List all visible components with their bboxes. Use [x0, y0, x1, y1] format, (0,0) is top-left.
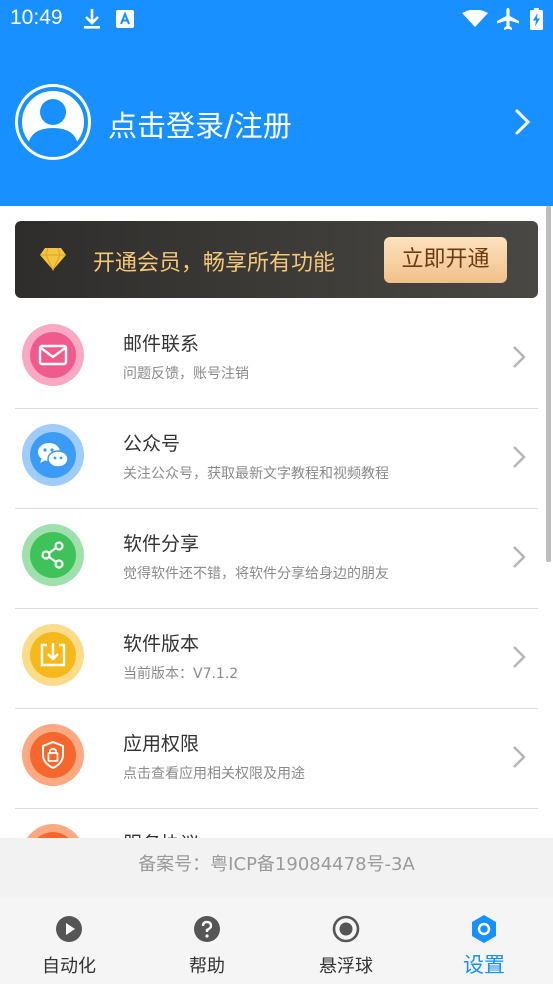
user-avatar[interactable]: [15, 84, 91, 160]
list-item-service-agreement[interactable]: 服务协议: [15, 808, 538, 838]
login-register-link[interactable]: 点击登录/注册: [108, 103, 292, 145]
floating-ball-icon: [332, 915, 360, 943]
wechat-icon-badge: [22, 424, 84, 486]
chevron-right-icon[interactable]: [514, 108, 532, 136]
tab-settings[interactable]: 设置: [415, 898, 553, 984]
item-subtitle: 觉得软件还不错，将软件分享给身边的朋友: [123, 566, 389, 582]
status-time: 10:49: [10, 6, 63, 29]
tab-label: 悬浮球: [319, 956, 373, 977]
item-title: 公众号: [123, 433, 181, 455]
tab-help[interactable]: 帮助: [138, 898, 276, 984]
item-subtitle: 关注公众号，获取最新文字教程和视频教程: [123, 466, 389, 482]
chevron-right-icon: [513, 346, 526, 368]
chevron-right-icon: [513, 746, 526, 768]
vip-banner[interactable]: 开通会员，畅享所有功能 立即开通: [15, 221, 538, 298]
bottom-tab-bar: 自动化 帮助 悬浮球 设置: [0, 898, 553, 984]
item-title: 服务协议: [123, 829, 199, 838]
tab-label: 设置: [463, 953, 505, 977]
help-icon: [194, 916, 220, 942]
list-item-app-permissions[interactable]: 应用权限 点击查看应用相关权限及用途: [15, 708, 538, 809]
diamond-icon: [40, 247, 66, 271]
tab-label: 帮助: [189, 956, 225, 977]
item-title: 应用权限: [123, 733, 200, 755]
app-notification-icon: [116, 10, 134, 28]
airplane-mode-icon: [497, 8, 519, 30]
agreement-icon: [30, 832, 76, 838]
user-placeholder-icon: [18, 87, 88, 157]
agreement-icon-badge: [22, 824, 84, 838]
settings-gear-icon: [472, 915, 496, 943]
item-title: 邮件联系: [123, 333, 200, 355]
settings-list-panel[interactable]: 开通会员，畅享所有功能 立即开通 邮件联系 问题反馈，账号注销 公众号 关注公众…: [0, 206, 553, 838]
item-title: 软件分享: [123, 533, 200, 555]
download-icon-badge: [22, 624, 84, 686]
scrollbar[interactable]: [546, 206, 551, 562]
vip-promo-text: 开通会员，畅享所有功能: [93, 251, 336, 276]
chevron-right-icon: [513, 446, 526, 468]
activate-vip-button[interactable]: 立即开通: [384, 237, 507, 283]
item-title: 软件版本: [123, 633, 200, 655]
list-item-app-version[interactable]: 软件版本 当前版本：V7.1.2: [15, 608, 538, 709]
wechat-icon: [38, 443, 69, 468]
list-item-mail-contact[interactable]: 邮件联系 问题反馈，账号注销: [15, 308, 538, 409]
mail-icon-badge: [22, 324, 84, 386]
lock-shield-icon: [42, 740, 64, 770]
mail-icon: [38, 344, 68, 366]
download-icon: [40, 643, 66, 667]
chevron-right-icon: [513, 546, 526, 568]
profile-header: 10:49 点击登录/注册: [0, 0, 553, 206]
item-subtitle: 当前版本：V7.1.2: [123, 666, 239, 682]
chevron-right-icon: [513, 646, 526, 668]
icp-record-text: 备案号：粤ICP备19084478号-3A: [138, 854, 415, 875]
tab-floating-ball[interactable]: 悬浮球: [277, 898, 415, 984]
tab-label: 自动化: [42, 956, 96, 977]
play-icon: [56, 916, 82, 942]
list-item-official-account[interactable]: 公众号 关注公众号，获取最新文字教程和视频教程: [15, 408, 538, 509]
tab-automation[interactable]: 自动化: [0, 898, 138, 984]
item-subtitle: 点击查看应用相关权限及用途: [123, 766, 305, 782]
download-status-icon: [84, 9, 100, 29]
battery-charging-icon: [530, 8, 543, 30]
share-icon-badge: [22, 524, 84, 586]
share-icon: [41, 541, 64, 569]
item-subtitle: 问题反馈，账号注销: [123, 366, 249, 382]
lock-shield-icon-badge: [22, 724, 84, 786]
status-bar: 10:49: [0, 0, 553, 38]
list-item-share-app[interactable]: 软件分享 觉得软件还不错，将软件分享给身边的朋友: [15, 508, 538, 609]
wifi-icon: [462, 10, 488, 27]
